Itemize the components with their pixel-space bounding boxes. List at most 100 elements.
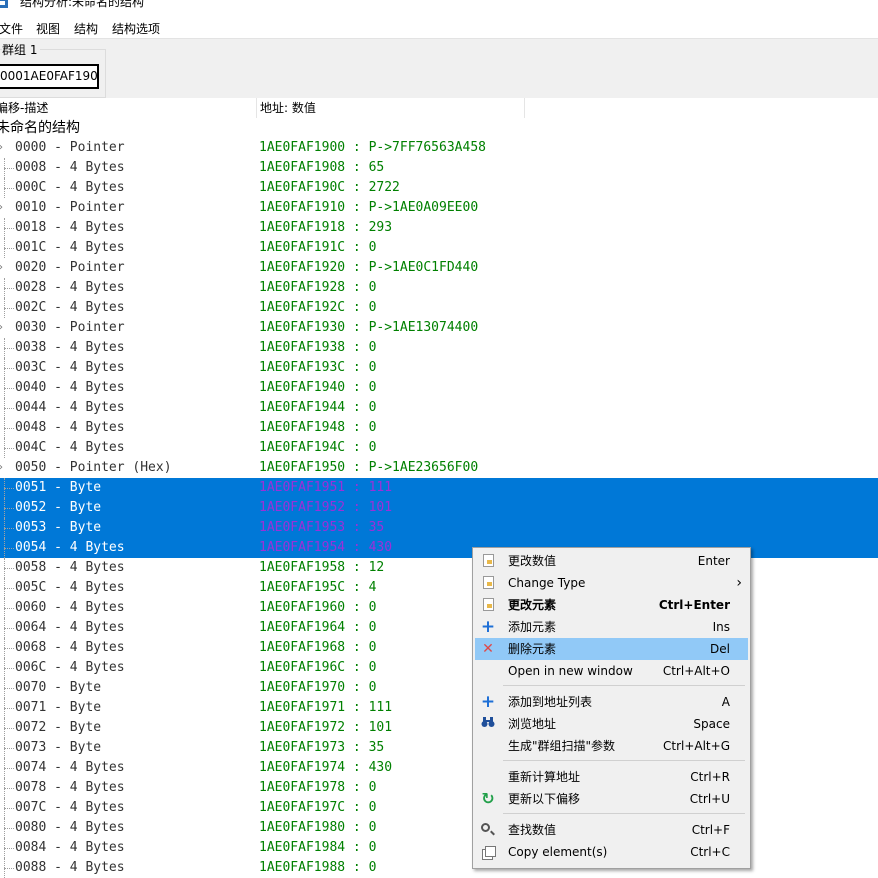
address-value: 1AE0FAF1930 : P->1AE13074400 [259,320,479,335]
menu-view[interactable]: 视图 [36,20,60,37]
offset-description: 0073 - Byte [15,740,102,755]
table-row[interactable]: ›0050 - Pointer (Hex) 1AE0FAF1950 : P->1A… [0,458,878,478]
menu-icon-placeholder [480,769,496,785]
context-menu-label: 更改元素 [508,598,557,612]
binoculars-icon [480,716,496,732]
offset-description: 005C - 4 Bytes [15,580,125,595]
address-value: 1AE0FAF196C : 0 [259,660,377,675]
tree-line [0,658,16,678]
table-row[interactable]: 002C - 4 Bytes 1AE0FAF192C : 0 [0,298,878,318]
context-menu-item[interactable]: Open in new window Ctrl+Alt+O [475,660,748,682]
menu-structure-options[interactable]: 结构选项 [112,20,160,37]
context-menu-label: 添加到地址列表 [508,695,593,709]
column-header: 偏移-描述 地址: 数值 [0,98,878,118]
offset-description: 0054 - 4 Bytes [15,540,125,555]
table-row[interactable]: ›0000 - Pointer 1AE0FAF1900 : P->7FF76563… [0,138,878,158]
offset-description: 002C - 4 Bytes [15,300,125,315]
table-row[interactable]: ›0010 - Pointer 1AE0FAF1910 : P->1AE0A09E… [0,198,878,218]
context-menu-item[interactable]: 更改元素 Ctrl+Enter [475,594,748,616]
context-menu-shortcut: Ctrl+Enter [658,598,730,612]
address-value: 1AE0FAF1970 : 0 [259,680,377,695]
group-address-field[interactable]: 0001AE0FAF1900 [0,64,99,89]
context-menu-shortcut: Ctrl+R [690,770,730,784]
table-row[interactable]: 0044 - 4 Bytes 1AE0FAF1944 : 0 [0,398,878,418]
context-menu-item[interactable]: + 添加元素 Ins [475,616,748,638]
context-menu-item[interactable]: 浏览地址 Space [475,713,748,735]
offset-description: 0072 - Byte [15,720,102,735]
offset-desc-column[interactable]: 偏移-描述 [0,98,48,118]
offset-description: 000C - 4 Bytes [15,180,125,195]
table-row[interactable]: 0051 - Byte 1AE0FAF1951 : 111 [0,478,878,498]
structure-root[interactable]: 未命名的结构 [0,118,80,138]
context-menu-item[interactable]: + 添加到地址列表 A [475,691,748,713]
context-menu-label: Open in new window [508,664,633,678]
table-row[interactable]: ›0020 - Pointer 1AE0FAF1920 : P->1AE0C1FD… [0,258,878,278]
table-row[interactable]: 000C - 4 Bytes 1AE0FAF190C : 2722 [0,178,878,198]
expand-arrow-icon[interactable]: › [0,198,16,218]
offset-description: 006C - 4 Bytes [15,660,125,675]
menu-file[interactable]: 文件 [0,20,23,37]
table-row[interactable]: 0018 - 4 Bytes 1AE0FAF1918 : 293 [0,218,878,238]
table-row[interactable]: 0048 - 4 Bytes 1AE0FAF1948 : 0 [0,418,878,438]
table-row[interactable]: 0052 - Byte 1AE0FAF1952 : 101 [0,498,878,518]
context-menu-item[interactable]: ↻ 更新以下偏移 Ctrl+U [475,788,748,810]
offset-description: 003C - 4 Bytes [15,360,125,375]
table-row[interactable]: 003C - 4 Bytes 1AE0FAF193C : 0 [0,358,878,378]
context-menu-label: 查找数值 [508,823,557,837]
expand-arrow-icon[interactable]: › [0,318,16,338]
address-value: 1AE0FAF1954 : 430 [259,540,393,555]
edit-page-icon [480,597,496,613]
context-menu-item[interactable]: ✕ 删除元素 Del [475,638,748,660]
table-row[interactable]: 004C - 4 Bytes 1AE0FAF194C : 0 [0,438,878,458]
offset-description: 0051 - Byte [15,480,102,495]
context-menu-label: Change Type [508,576,586,590]
menu-bar: 文件 视图 结构 结构选项 [0,18,878,38]
address-value: 1AE0FAF1938 : 0 [259,340,377,355]
table-row[interactable]: 001C - 4 Bytes 1AE0FAF191C : 0 [0,238,878,258]
context-menu-item[interactable]: Copy element(s) Ctrl+C [475,841,748,863]
context-menu-label: 浏览地址 [508,717,557,731]
tree-line [0,578,16,598]
context-menu-item[interactable]: Change Type › [475,572,748,594]
tree-line [0,838,16,858]
address-value: 1AE0FAF193C : 0 [259,360,377,375]
address-value: 1AE0FAF197C : 0 [259,800,377,815]
context-menu-item[interactable]: 生成"群组扫描"参数 Ctrl+Alt+G [475,735,748,757]
expand-arrow-icon[interactable]: › [0,138,16,158]
table-row[interactable]: ›0030 - Pointer 1AE0FAF1930 : P->1AE13074… [0,318,878,338]
tree-line [0,358,16,378]
offset-description: 0060 - 4 Bytes [15,600,125,615]
menu-structure[interactable]: 结构 [74,20,98,37]
table-row[interactable]: 0038 - 4 Bytes 1AE0FAF1938 : 0 [0,338,878,358]
offset-description: 0052 - Byte [15,500,102,515]
context-menu-item[interactable]: 重新计算地址 Ctrl+R [475,766,748,788]
context-menu-shortcut: Ctrl+U [689,792,730,806]
window-title: 结构分析:未命名的结构 [20,0,145,9]
address-value: 1AE0FAF191C : 0 [259,240,377,255]
column-divider[interactable] [256,98,257,118]
offset-description: 0070 - Byte [15,680,102,695]
tree-line [0,778,16,798]
address-value: 1AE0FAF1900 : P->7FF76563A458 [259,140,486,155]
context-menu-label: 生成"群组扫描"参数 [508,739,616,753]
expand-arrow-icon[interactable]: › [0,458,16,478]
table-row[interactable]: 0008 - 4 Bytes 1AE0FAF1908 : 65 [0,158,878,178]
app-icon [0,0,8,8]
tree-line [0,638,16,658]
tree-line [0,558,16,578]
tree-line [0,598,16,618]
context-menu-item[interactable]: 更改数值 Enter [475,550,748,572]
expand-arrow-icon[interactable]: › [0,258,16,278]
offset-description: 0038 - 4 Bytes [15,340,125,355]
table-row[interactable]: 0053 - Byte 1AE0FAF1953 : 35 [0,518,878,538]
context-menu-item[interactable]: 查找数值 Ctrl+F [475,819,748,841]
column-divider[interactable] [524,98,525,118]
context-menu-label: 重新计算地址 [508,770,581,784]
address-value: 1AE0FAF1948 : 0 [259,420,377,435]
address-value: 1AE0FAF1968 : 0 [259,640,377,655]
address-value-column[interactable]: 地址: 数值 [260,98,316,118]
address-value: 1AE0FAF1973 : 35 [259,740,385,755]
table-row[interactable]: 0040 - 4 Bytes 1AE0FAF1940 : 0 [0,378,878,398]
table-row[interactable]: 0028 - 4 Bytes 1AE0FAF1928 : 0 [0,278,878,298]
offset-description: 0053 - Byte [15,520,102,535]
